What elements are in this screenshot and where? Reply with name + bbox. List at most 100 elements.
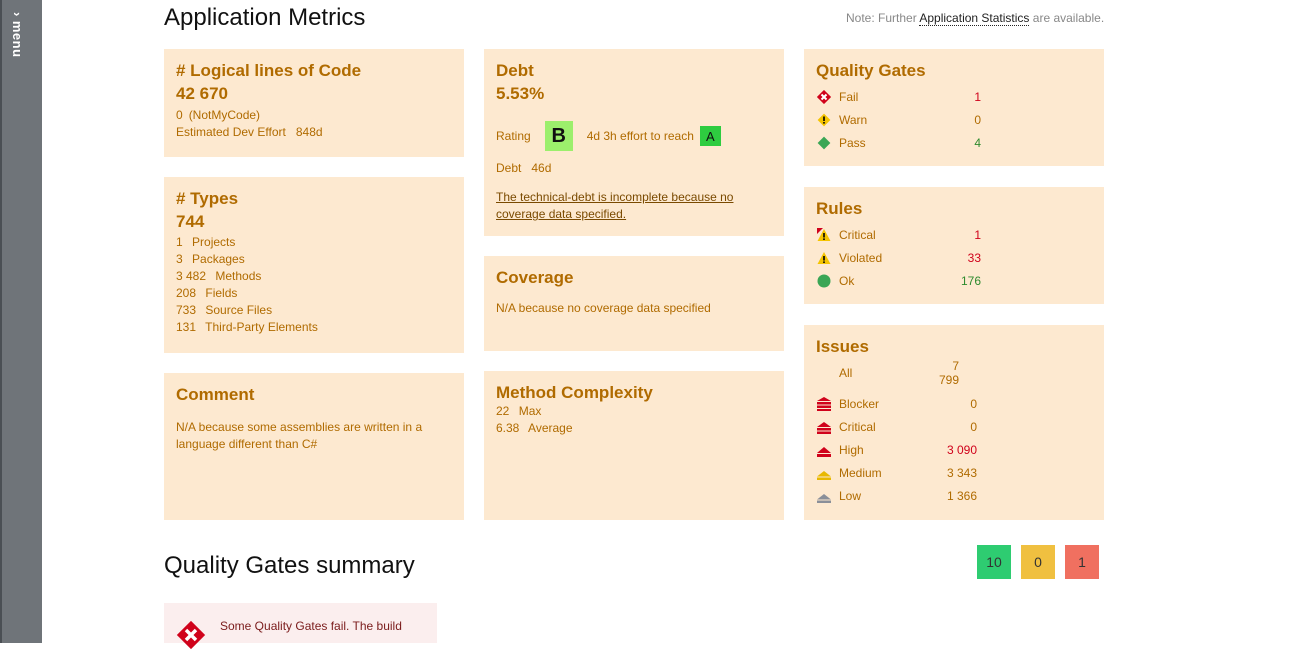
issues-label: Medium — [839, 466, 882, 480]
issues-title[interactable]: Issues — [816, 337, 1092, 357]
issues-value: 1 366 — [946, 489, 977, 503]
debt-title[interactable]: Debt — [496, 61, 772, 81]
complexity-card: Method Complexity 22 Max 6.38 Average — [484, 371, 784, 520]
pass-icon — [817, 136, 831, 150]
issues-value: 3 090 — [946, 443, 977, 457]
warning-icon — [817, 251, 831, 265]
rating-row: Rating B 4d 3h effort to reach A — [496, 121, 721, 151]
quality-gates-row-pass[interactable]: Pass 4 — [817, 134, 981, 152]
note-suffix: are available. — [1029, 11, 1105, 25]
quality-gates-label: Warn — [839, 113, 868, 127]
types-title[interactable]: # Types — [176, 189, 452, 209]
loc-value[interactable]: 42 670 — [176, 84, 452, 104]
quality-gates-value: 4 — [974, 136, 981, 150]
types-label[interactable]: Projects — [192, 235, 235, 249]
low-icon — [817, 489, 831, 503]
rules-row-violated[interactable]: Violated 33 — [817, 249, 981, 267]
complexity-title[interactable]: Method Complexity — [496, 383, 772, 403]
rules-value: 1 — [974, 228, 981, 242]
types-label[interactable]: Source Files — [205, 303, 272, 317]
issues-row-blocker[interactable]: Blocker 0 — [817, 395, 977, 413]
rules-label: Critical — [839, 228, 876, 242]
page-title: Application Metrics — [164, 4, 366, 31]
issues-label: High — [839, 443, 864, 457]
types-item: 1 Projects — [176, 234, 452, 251]
chevron-right-icon: › — [10, 12, 25, 17]
issues-all-label: All — [839, 366, 853, 380]
comment-title[interactable]: Comment — [176, 385, 452, 405]
types-list: 1 Projects 3 Packages 3 482 Methods 208 Fie… — [176, 234, 452, 336]
blocker-icon — [817, 397, 831, 411]
quality-gates-label: Pass — [839, 136, 866, 150]
types-value[interactable]: 744 — [176, 212, 452, 232]
debt-card: Debt 5.53% Rating B 4d 3h effort to reac… — [484, 49, 784, 236]
pass-count-badge[interactable]: 10 — [977, 545, 1011, 579]
issues-row-medium[interactable]: Medium 3 343 — [817, 464, 977, 482]
dev-effort-value: 848d — [295, 125, 323, 139]
notmycode-label[interactable]: (NotMyCode) — [189, 108, 260, 122]
debt-days-label: Debt — [496, 161, 522, 175]
issues-row-low[interactable]: Low 1 366 — [817, 487, 977, 505]
types-item: 131 Third-Party Elements — [176, 319, 452, 336]
quality-gates-row-warn[interactable]: Warn 0 — [817, 111, 981, 129]
warn-icon — [817, 113, 831, 127]
loc-title[interactable]: # Logical lines of Code — [176, 61, 452, 81]
types-card: # Types 744 1 Projects 3 Packages 3 482 Me… — [164, 177, 464, 353]
application-statistics-link[interactable]: Application Statistics — [919, 11, 1030, 26]
quality-gates-title[interactable]: Quality Gates — [816, 61, 1092, 81]
issues-row-high[interactable]: High 3 090 — [817, 441, 977, 459]
rules-title[interactable]: Rules — [816, 199, 1092, 219]
rules-row-ok[interactable]: Ok 176 — [817, 272, 981, 290]
types-label[interactable]: Third-Party Elements — [205, 320, 318, 334]
dev-effort-line: Estimated Dev Effort 848d — [176, 124, 452, 141]
target-rating-badge[interactable]: A — [699, 126, 721, 146]
coverage-title[interactable]: Coverage — [496, 268, 772, 288]
issues-label: Blocker — [839, 397, 880, 411]
summary-alert: Some Quality Gates fail. The build — [164, 603, 437, 650]
complexity-item: 6.38 Average — [496, 420, 772, 437]
quality-gates-summary-title: Quality Gates summary — [164, 552, 415, 579]
warn-count-badge[interactable]: 0 — [1021, 545, 1055, 579]
dev-effort-label: Estimated Dev Effort — [176, 125, 286, 139]
rating-badge[interactable]: B — [544, 121, 573, 151]
types-item: 3 Packages — [176, 251, 452, 268]
statistics-note: Note: Further Application Statistics are… — [846, 11, 1105, 26]
menu-label: menu — [10, 20, 25, 58]
issues-row-critical[interactable]: Critical 0 — [817, 418, 977, 436]
menu-toggle-label[interactable]: › menu — [10, 12, 25, 58]
types-label[interactable]: Methods — [215, 269, 261, 283]
types-value: 131 — [176, 320, 197, 334]
types-value: 3 — [176, 252, 183, 266]
comment-text: N/A because some assemblies are written … — [176, 420, 423, 451]
coverage-card: Coverage N/A because no coverage data sp… — [484, 256, 784, 351]
technical-debt-incomplete-link[interactable]: The technical-debt is incomplete because… — [496, 189, 756, 223]
rules-value: 176 — [960, 274, 981, 288]
rules-value: 33 — [967, 251, 981, 265]
comment-card: Comment N/A because some assemblies are … — [164, 373, 464, 520]
issues-all-value: 7 799 — [938, 359, 959, 387]
types-value: 3 482 — [176, 269, 207, 283]
fail-count-badge[interactable]: 1 — [1065, 545, 1099, 579]
rating-effort-text: 4d 3h effort to reach — [586, 129, 694, 143]
rules-row-critical[interactable]: Critical 1 — [817, 226, 981, 244]
issues-label: Low — [839, 489, 862, 503]
types-label[interactable]: Packages — [192, 252, 245, 266]
rules-label: Ok — [839, 274, 855, 288]
critical-warning-icon — [817, 228, 831, 242]
issues-all-row[interactable]: All 7 799 — [839, 359, 959, 387]
debt-value[interactable]: 5.53% — [496, 84, 772, 104]
debt-days-line: Debt 46d — [496, 160, 551, 177]
quality-gates-label: Fail — [839, 90, 859, 104]
fail-diamond-icon — [176, 620, 206, 650]
ok-circle-icon — [817, 274, 831, 288]
loc-card: # Logical lines of Code 42 670 0 (NotMyCo… — [164, 49, 464, 157]
issues-label: Critical — [839, 420, 876, 434]
types-value: 208 — [176, 286, 197, 300]
sidebar-menu-toggle[interactable]: › menu — [0, 0, 42, 643]
quality-gates-row-fail[interactable]: Fail 1 — [817, 88, 981, 106]
complexity-label[interactable]: Max — [519, 404, 542, 418]
coverage-text: N/A because no coverage data specified — [496, 301, 711, 315]
complexity-label[interactable]: Average — [528, 421, 572, 435]
note-prefix: Note: Further — [846, 11, 920, 25]
types-label[interactable]: Fields — [205, 286, 237, 300]
